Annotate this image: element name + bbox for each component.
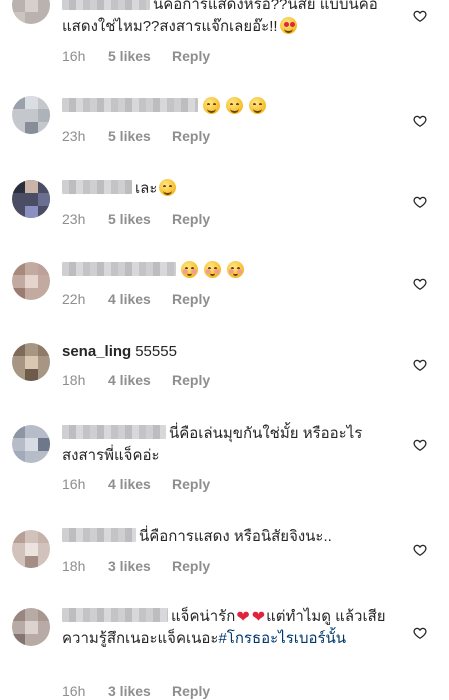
comment-time: 23h	[62, 128, 86, 144]
username-blurred[interactable]	[62, 0, 150, 10]
heart-outline-icon[interactable]	[413, 9, 427, 23]
likes-count[interactable]: 3 likes	[108, 682, 172, 700]
comment-meta: 16h 3 likes Reply	[62, 682, 210, 700]
avatar[interactable]	[12, 608, 50, 646]
comment-meta: 16h 4 likes Reply	[62, 475, 210, 493]
avatar[interactable]	[12, 0, 50, 24]
username-blurred[interactable]	[62, 180, 132, 194]
comment-text: เละ	[62, 178, 397, 200]
username-blurred[interactable]	[62, 608, 168, 622]
heart-outline-icon[interactable]	[413, 543, 427, 557]
reply-button[interactable]: Reply	[172, 128, 210, 144]
username-blurred[interactable]	[62, 262, 176, 276]
blush-emoji	[181, 261, 198, 278]
hashtag-link[interactable]: #โกรธอะไรเบอร์นั้น	[218, 630, 346, 647]
red-heart-emoji: ❤	[251, 607, 266, 626]
comment-time: 22h	[62, 291, 86, 307]
likes-count[interactable]: 5 likes	[108, 210, 172, 228]
username[interactable]: sena_ling	[62, 343, 131, 360]
comment-meta: 23h 5 likes Reply	[62, 127, 210, 145]
comment-meta: 18h 3 likes Reply	[62, 557, 210, 575]
comment-body: 55555	[135, 343, 177, 360]
comment-meta: 16h 5 likes Reply	[62, 47, 210, 65]
comment-body: เละ	[135, 180, 158, 197]
comment-time: 16h	[62, 48, 86, 64]
comment-time: 23h	[62, 211, 86, 227]
likes-count[interactable]: 4 likes	[108, 290, 172, 308]
comment-meta: 22h 4 likes Reply	[62, 290, 210, 308]
likes-count[interactable]: 4 likes	[108, 371, 172, 389]
username-blurred[interactable]	[62, 528, 136, 542]
comment-text: นคือการแสดงหรอ??นสัย แบบนี้คือแสดงใช่ไหม…	[62, 0, 397, 38]
heart-outline-icon[interactable]	[413, 358, 427, 372]
grin-emoji	[159, 179, 177, 196]
comment-body: แจ็คน่ารัก	[171, 608, 236, 625]
username-blurred[interactable]	[62, 98, 198, 112]
likes-count[interactable]: 4 likes	[108, 475, 172, 493]
comment-text	[62, 260, 397, 282]
comment-text	[62, 96, 397, 118]
avatar[interactable]	[12, 180, 50, 218]
comment-text: นี่คือเล่นมุขกันใช่มั้ย หรืออะไร สงสารพี…	[62, 423, 397, 467]
avatar[interactable]	[12, 425, 50, 463]
heart-outline-icon[interactable]	[413, 195, 427, 209]
reply-button[interactable]: Reply	[172, 558, 210, 574]
heart-outline-icon[interactable]	[413, 114, 427, 128]
avatar[interactable]	[12, 343, 50, 381]
avatar[interactable]	[12, 262, 50, 300]
reply-button[interactable]: Reply	[172, 48, 210, 64]
comment-meta: 23h 5 likes Reply	[62, 210, 210, 228]
heart-outline-icon[interactable]	[413, 277, 427, 291]
avatar[interactable]	[12, 530, 50, 568]
likes-count[interactable]: 3 likes	[108, 557, 172, 575]
red-heart-emoji: ❤	[236, 607, 250, 626]
comment-time: 16h	[62, 476, 86, 492]
reply-button[interactable]: Reply	[172, 476, 210, 492]
blush-emoji	[204, 261, 221, 278]
comment-time: 18h	[62, 558, 86, 574]
heart-outline-icon[interactable]	[413, 626, 427, 640]
reply-button[interactable]: Reply	[172, 372, 210, 388]
comment-text: แจ็คน่ารัก❤ ❤แต่ทำไมดู แล้วเสียความรู้สึก…	[62, 606, 397, 650]
comment-body: นี่คือการแสดง หรือนิสัยจิงนะ..	[139, 528, 332, 545]
reply-button[interactable]: Reply	[172, 683, 210, 699]
likes-count[interactable]: 5 likes	[108, 127, 172, 145]
blush-emoji	[227, 261, 244, 278]
comment-time: 16h	[62, 683, 86, 699]
heart-outline-icon[interactable]	[413, 438, 427, 452]
comment-time: 18h	[62, 372, 86, 388]
comment-meta: 18h 4 likes Reply	[62, 371, 210, 389]
grin-emoji	[226, 97, 243, 114]
grin-emoji	[203, 97, 220, 114]
likes-count[interactable]: 5 likes	[108, 47, 172, 65]
comment-text: sena_ling 55555	[62, 341, 397, 363]
reply-button[interactable]: Reply	[172, 291, 210, 307]
avatar[interactable]	[12, 96, 50, 134]
heart-eyes-emoji	[279, 17, 297, 34]
reply-button[interactable]: Reply	[172, 211, 210, 227]
username-blurred[interactable]	[62, 425, 166, 439]
comment-text: นี่คือการแสดง หรือนิสัยจิงนะ..	[62, 526, 397, 548]
grin-emoji	[249, 97, 266, 114]
